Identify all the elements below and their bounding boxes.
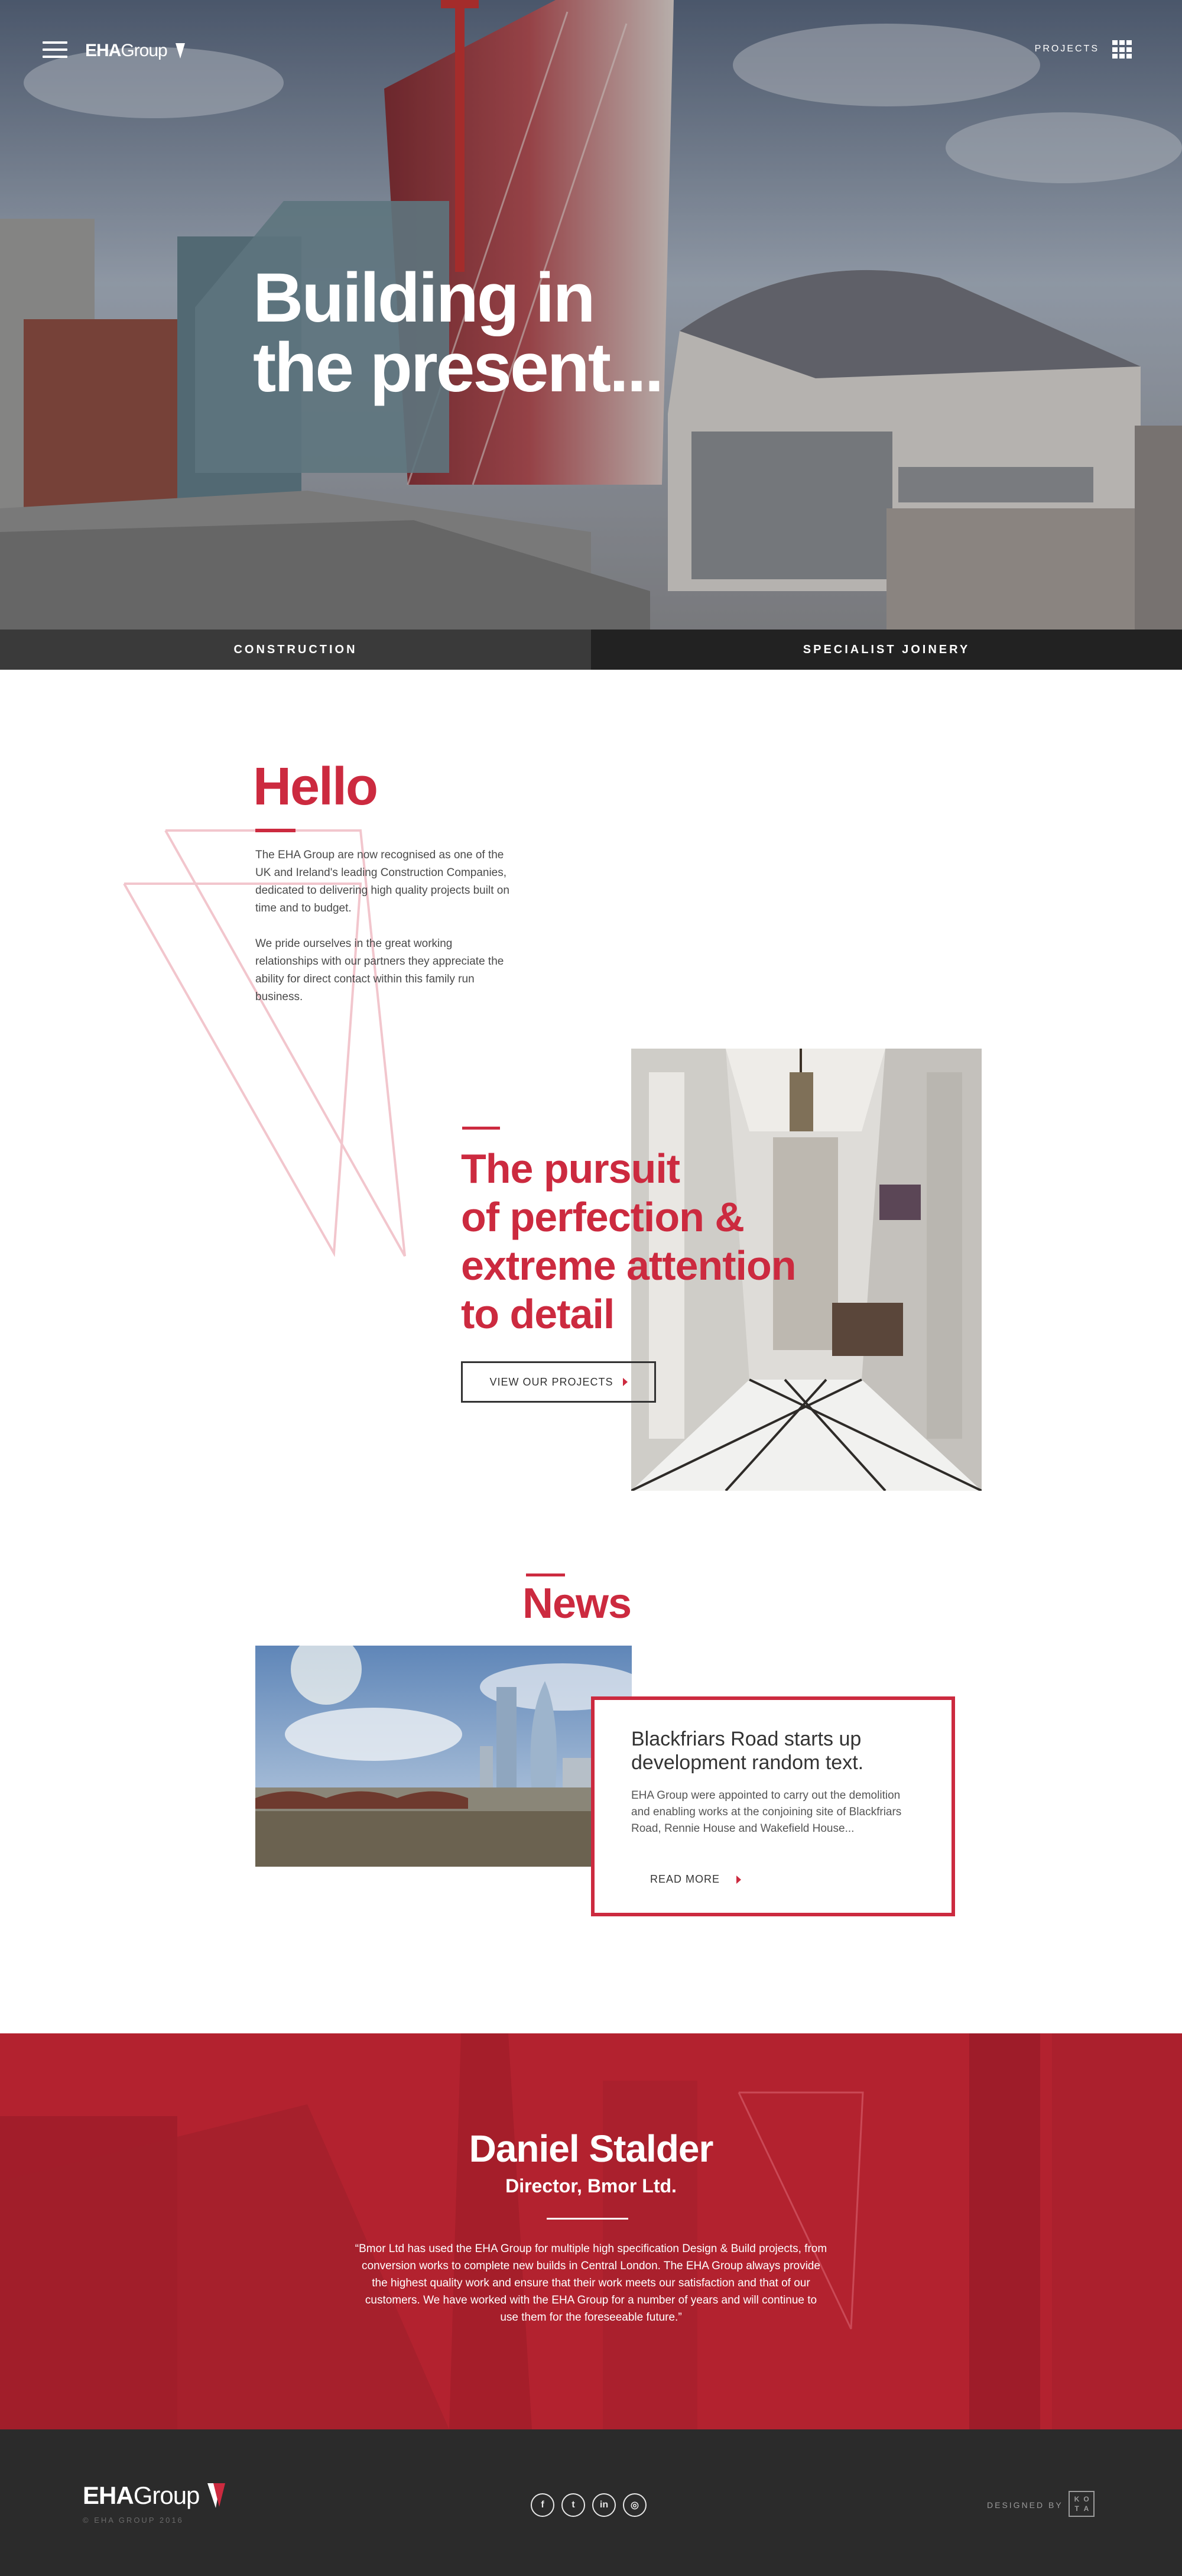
hero-title-line1: Building in bbox=[253, 259, 596, 337]
hello-accent-rule bbox=[255, 829, 296, 832]
footer-logo-mark-icon bbox=[207, 2483, 226, 2508]
hamburger-menu-icon[interactable] bbox=[43, 41, 67, 58]
kota-letter: O bbox=[1083, 2495, 1089, 2503]
testimonial-author-name: Daniel Stalder bbox=[469, 2127, 714, 2170]
hello-intro-text: The EHA Group are now recognised as one … bbox=[255, 846, 515, 1006]
kota-letter: T bbox=[1074, 2504, 1079, 2513]
testimonial-background-image bbox=[0, 2033, 1182, 2429]
hero-title: Building in the present... bbox=[253, 263, 664, 403]
footer-logo-strong: EHA bbox=[83, 2481, 134, 2509]
testimonial-section bbox=[0, 2033, 1182, 2429]
pursuit-accent-rule bbox=[462, 1127, 500, 1130]
pursuit-line2: of perfection & bbox=[461, 1194, 745, 1240]
hello-heading: Hello bbox=[253, 757, 378, 816]
arrow-right-icon bbox=[736, 1875, 742, 1884]
projects-nav-link[interactable]: PROJECTS bbox=[1035, 44, 1099, 54]
view-projects-button[interactable]: VIEW OUR PROJECTS bbox=[461, 1361, 656, 1403]
hero-title-line2: the present... bbox=[253, 329, 664, 407]
designed-by-label: DESIGNED BY bbox=[987, 2500, 1063, 2510]
logo-mark-icon bbox=[175, 43, 185, 59]
kota-letter: A bbox=[1083, 2504, 1089, 2513]
specialist-joinery-link[interactable]: SPECIALIST JOINERY bbox=[591, 630, 1182, 670]
hello-paragraph-1: The EHA Group are now recognised as one … bbox=[255, 849, 509, 914]
news-skyline-image[interactable] bbox=[255, 1646, 632, 1867]
twitter-icon[interactable]: t bbox=[561, 2493, 585, 2517]
top-navigation: EHA Group PROJECTS bbox=[0, 0, 1182, 100]
site-logo[interactable]: EHA Group bbox=[85, 39, 185, 63]
view-projects-label: VIEW OUR PROJECTS bbox=[489, 1375, 613, 1388]
pursuit-heading: The pursuit of perfection & extreme atte… bbox=[461, 1144, 910, 1338]
logo-text-light: Group bbox=[121, 41, 167, 60]
copyright-text: © EHA GROUP 2016 bbox=[83, 2516, 184, 2525]
pursuit-line4: to detail bbox=[461, 1291, 615, 1337]
linkedin-icon[interactable]: in bbox=[592, 2493, 616, 2517]
social-links: f t in ◎ bbox=[531, 2493, 647, 2517]
kota-letter: K bbox=[1074, 2495, 1080, 2503]
instagram-icon[interactable]: ◎ bbox=[623, 2493, 647, 2517]
hero-banner: EHA Group PROJECTS Building in the prese… bbox=[0, 0, 1182, 630]
read-more-label: READ MORE bbox=[650, 1873, 720, 1885]
testimonial-author-role: Director, Bmor Ltd. bbox=[505, 2175, 677, 2197]
pursuit-line3: extreme attention bbox=[461, 1242, 796, 1289]
kota-logo-badge[interactable]: K O T A bbox=[1069, 2491, 1095, 2517]
footer-logo[interactable]: EHA Group bbox=[83, 2481, 226, 2510]
news-card-content: Blackfriars Road starts up development r… bbox=[631, 1727, 909, 1837]
division-nav: CONSTRUCTION SPECIALIST JOINERY bbox=[0, 630, 1182, 670]
read-more-link[interactable]: READ MORE bbox=[650, 1873, 742, 1886]
facebook-icon[interactable]: f bbox=[531, 2493, 554, 2517]
news-accent-rule bbox=[526, 1573, 565, 1576]
logo-text-strong: EHA bbox=[85, 41, 121, 60]
news-heading: News bbox=[522, 1580, 632, 1627]
projects-grid-icon[interactable] bbox=[1112, 40, 1132, 59]
construction-link[interactable]: CONSTRUCTION bbox=[0, 630, 591, 670]
news-headline[interactable]: Blackfriars Road starts up development r… bbox=[631, 1727, 909, 1774]
pursuit-line1: The pursuit bbox=[461, 1146, 680, 1192]
testimonial-divider bbox=[547, 2218, 628, 2220]
arrow-right-icon bbox=[622, 1378, 628, 1386]
news-excerpt: EHA Group were appointed to carry out th… bbox=[631, 1789, 902, 1835]
hello-paragraph-2: We pride ourselves in the great working … bbox=[255, 937, 504, 1003]
testimonial-quote: “Bmor Ltd has used the EHA Group for mul… bbox=[355, 2243, 827, 2324]
footer-logo-light: Group bbox=[133, 2481, 200, 2509]
